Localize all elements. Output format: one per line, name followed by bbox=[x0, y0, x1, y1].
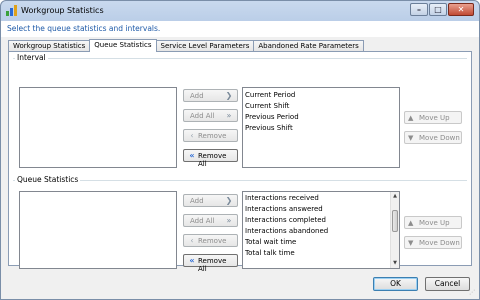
arrow-down-icon: ▼ bbox=[408, 134, 414, 142]
tab-queue-statistics[interactable]: Queue Statistics bbox=[89, 39, 157, 52]
dialog-client: Select the queue statistics and interval… bbox=[1, 21, 479, 299]
cancel-button[interactable]: Cancel bbox=[425, 277, 470, 291]
close-button[interactable]: ✕ bbox=[448, 3, 474, 16]
list-item[interactable]: Interactions abandoned bbox=[243, 226, 399, 237]
chevron-right-icon: ❯ bbox=[225, 196, 233, 205]
queue-stats-available-list[interactable] bbox=[19, 191, 177, 269]
queue-add-all-button[interactable]: Add All » bbox=[183, 214, 238, 227]
queue-statistics-group-label: Queue Statistics bbox=[15, 175, 81, 184]
double-chevron-left-icon: « bbox=[189, 256, 195, 265]
interval-group-label: Interval bbox=[15, 53, 48, 62]
interval-remove-all-button[interactable]: « Remove All bbox=[183, 149, 238, 168]
vertical-scrollbar[interactable]: ▲ ▼ bbox=[390, 192, 399, 268]
queue-remove-button[interactable]: ‹ Remove bbox=[183, 234, 238, 247]
list-item[interactable]: Interactions answered bbox=[243, 204, 399, 215]
list-item[interactable]: Current Shift bbox=[243, 101, 399, 112]
queue-stats-selected-list[interactable]: Interactions received Interactions answe… bbox=[242, 191, 400, 269]
list-item[interactable]: Total wait time bbox=[243, 237, 399, 248]
resize-grip-icon[interactable]: ⋰ bbox=[469, 289, 477, 297]
app-icon bbox=[6, 5, 17, 16]
maximize-icon: □ bbox=[434, 5, 442, 14]
ok-button[interactable]: OK bbox=[373, 277, 418, 291]
chevron-right-icon: ❯ bbox=[225, 91, 233, 100]
chevron-left-icon: ‹ bbox=[190, 236, 194, 245]
interval-move-down-button[interactable]: ▼ Move Down bbox=[404, 131, 462, 144]
queue-add-button[interactable]: Add ❯ bbox=[183, 194, 238, 207]
interval-add-all-button[interactable]: Add All » bbox=[183, 109, 238, 122]
interval-remove-button[interactable]: ‹ Remove bbox=[183, 129, 238, 142]
list-item[interactable]: Previous Shift bbox=[243, 123, 399, 134]
interval-add-button[interactable]: Add ❯ bbox=[183, 89, 238, 102]
arrow-down-icon: ▼ bbox=[408, 239, 414, 247]
header-band: Select the queue statistics and interval… bbox=[1, 21, 479, 37]
list-item[interactable]: Total talk time bbox=[243, 248, 399, 259]
scroll-up-icon[interactable]: ▲ bbox=[391, 192, 399, 201]
double-chevron-right-icon: » bbox=[226, 111, 232, 120]
queue-move-up-button[interactable]: ▲ Move Up bbox=[404, 216, 462, 229]
list-item[interactable]: Previous Period bbox=[243, 112, 399, 123]
scrollbar-thumb[interactable] bbox=[392, 210, 398, 232]
window-title: Workgroup Statistics bbox=[21, 6, 104, 15]
interval-selected-list[interactable]: Current Period Current Shift Previous Pe… bbox=[242, 87, 400, 168]
instruction-text: Select the queue statistics and interval… bbox=[7, 24, 161, 33]
arrow-up-icon: ▲ bbox=[408, 114, 414, 122]
interval-available-list[interactable] bbox=[19, 87, 177, 168]
queue-statistics-panel: Interval Add ❯ Add All » ‹ Remove « Remo… bbox=[8, 51, 472, 273]
list-item[interactable]: Current Period bbox=[243, 90, 399, 101]
maximize-button[interactable]: □ bbox=[429, 3, 447, 16]
double-chevron-right-icon: » bbox=[226, 216, 232, 225]
close-icon: ✕ bbox=[457, 5, 465, 14]
interval-move-up-button[interactable]: ▲ Move Up bbox=[404, 111, 462, 124]
workgroup-statistics-dialog: Workgroup Statistics – □ ✕ Select the qu… bbox=[0, 0, 480, 300]
title-bar[interactable]: Workgroup Statistics – □ ✕ bbox=[1, 1, 479, 21]
minimize-icon: – bbox=[417, 5, 421, 14]
arrow-up-icon: ▲ bbox=[408, 219, 414, 227]
list-item[interactable]: Interactions completed bbox=[243, 215, 399, 226]
queue-move-down-button[interactable]: ▼ Move Down bbox=[404, 236, 462, 249]
minimize-button[interactable]: – bbox=[410, 3, 428, 16]
caption-buttons: – □ ✕ bbox=[409, 3, 474, 16]
queue-remove-all-button[interactable]: « Remove All bbox=[183, 254, 238, 273]
chevron-left-icon: ‹ bbox=[190, 131, 194, 140]
double-chevron-left-icon: « bbox=[189, 151, 195, 160]
list-item[interactable]: Interactions received bbox=[243, 193, 399, 204]
scroll-down-icon[interactable]: ▼ bbox=[391, 259, 399, 268]
